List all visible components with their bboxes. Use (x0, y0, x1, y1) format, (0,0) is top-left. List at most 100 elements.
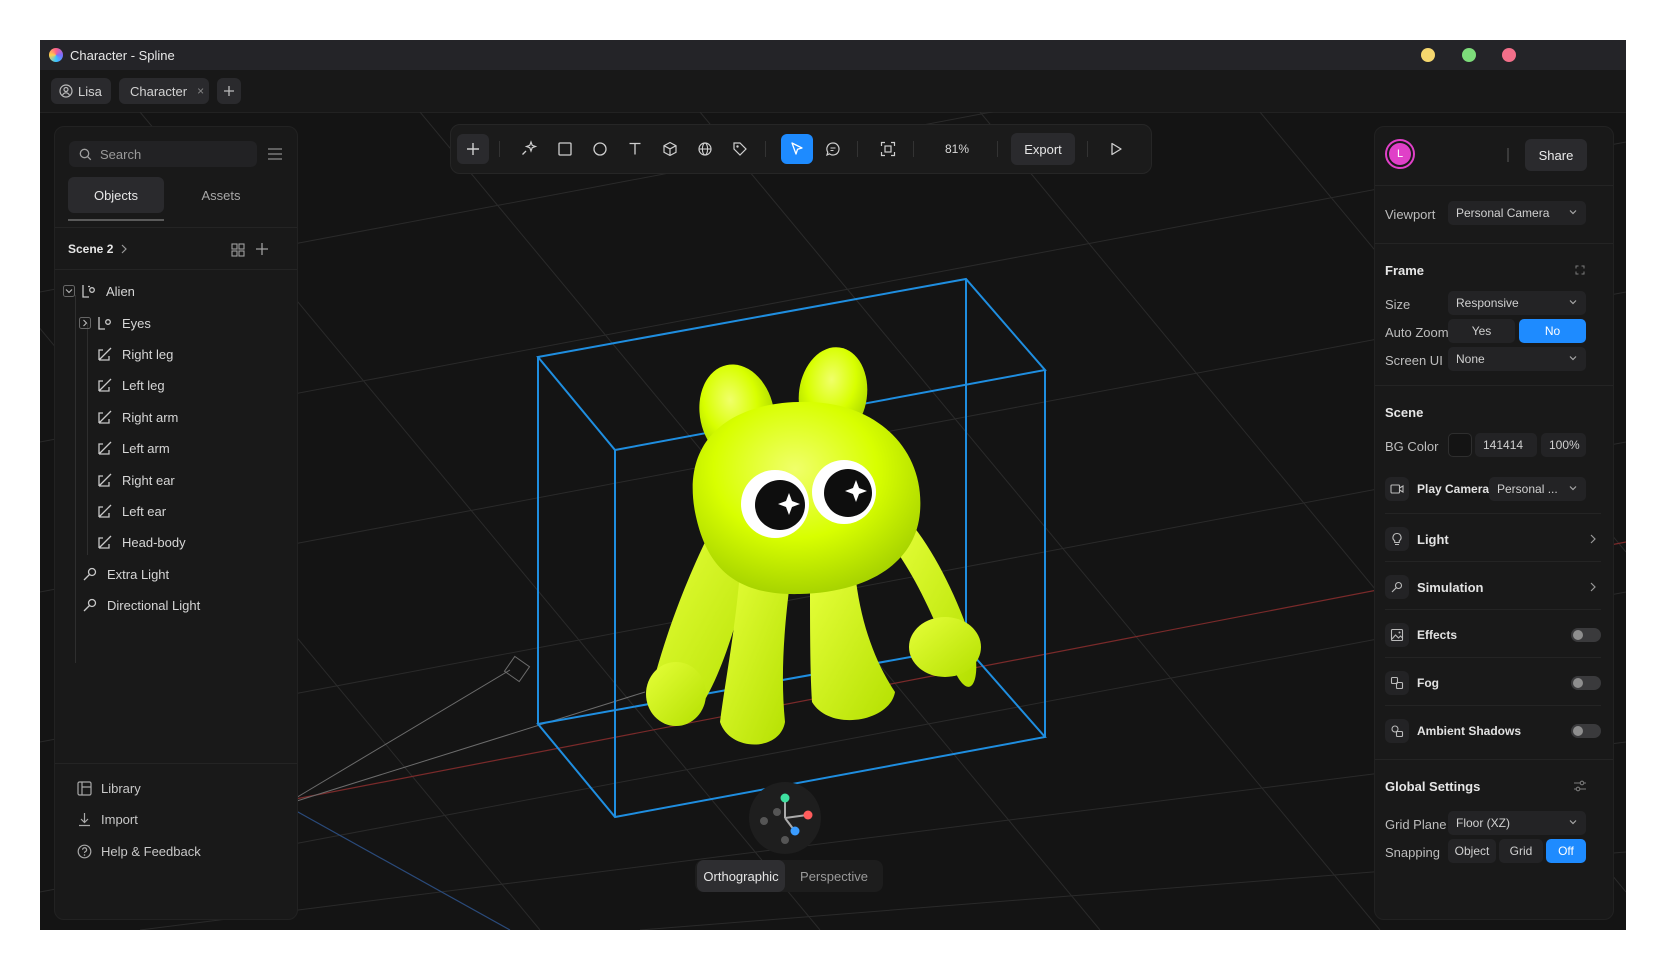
collapse-icon[interactable] (63, 285, 75, 297)
tree-item-left-arm[interactable]: Left arm (97, 436, 170, 460)
user-chip[interactable]: Lisa (51, 78, 111, 104)
tree-item-alien[interactable]: Alien (63, 279, 135, 303)
new-tab-button[interactable] (217, 78, 241, 104)
shape-icon (98, 473, 112, 487)
expand-frame-icon[interactable] (1575, 265, 1585, 275)
play-icon (1111, 142, 1122, 156)
tab-assets[interactable]: Assets (173, 177, 269, 213)
size-select[interactable]: Responsive (1448, 291, 1586, 315)
play-button[interactable] (1101, 134, 1131, 164)
grid-plane-label: Grid Plane (1385, 817, 1447, 832)
orthographic-option[interactable]: Orthographic (697, 860, 785, 892)
tree-item-directional-light[interactable]: Directional Light (82, 593, 200, 617)
simulation-label: Simulation (1417, 579, 1484, 595)
help-feedback-link[interactable]: Help & Feedback (77, 840, 201, 862)
tree-item-left-ear[interactable]: Left ear (97, 499, 166, 523)
tree-item-right-arm[interactable]: Right arm (97, 405, 178, 429)
ai-tool[interactable] (515, 134, 545, 164)
maximize-button[interactable] (1462, 48, 1476, 62)
grid-plane-select[interactable]: Floor (XZ) (1448, 811, 1586, 835)
divider (1375, 185, 1613, 186)
effects-toggle[interactable] (1571, 628, 1601, 642)
bg-color-swatch[interactable] (1448, 433, 1472, 457)
user-name: Lisa (78, 83, 102, 99)
tree-item-label: Right leg (122, 346, 174, 362)
snapping-off[interactable]: Off (1546, 839, 1586, 863)
tree-item-label: Alien (106, 283, 135, 299)
tree-guide (75, 295, 76, 663)
text-tool[interactable] (620, 134, 650, 164)
tree-item-label: Extra Light (107, 566, 170, 582)
title-bar: Character - Spline (40, 40, 1626, 70)
tab-character-label: Character (130, 83, 188, 99)
menu-icon[interactable] (267, 147, 283, 161)
screenui-select[interactable]: None (1448, 347, 1586, 371)
close-tab-icon[interactable]: × (197, 84, 204, 98)
library-link[interactable]: Library (77, 777, 141, 799)
screenui-value: None (1456, 352, 1485, 366)
add-button[interactable] (457, 134, 489, 164)
tree-item-head-body[interactable]: Head-body (97, 530, 186, 554)
share-button[interactable]: Share (1525, 139, 1587, 171)
chevron-down-icon (1569, 210, 1577, 215)
tree-item-right-ear[interactable]: Right ear (97, 468, 175, 492)
light-section[interactable]: Light (1385, 523, 1601, 555)
search-input[interactable]: Search (69, 141, 257, 167)
grid-view-icon[interactable] (231, 243, 245, 257)
tab-character[interactable]: Character × (119, 78, 209, 104)
minimize-button[interactable] (1421, 48, 1435, 62)
snapping-grid[interactable]: Grid (1499, 839, 1543, 863)
rectangle-icon (558, 142, 572, 156)
help-icon (77, 844, 92, 858)
fog-toggle[interactable] (1571, 676, 1601, 690)
bg-color-hex[interactable]: 141414 (1475, 433, 1537, 457)
scene-selector[interactable]: Scene 2 (68, 239, 128, 259)
viewport-select[interactable]: Personal Camera (1448, 201, 1586, 225)
zoom-level[interactable]: 81% (929, 134, 985, 164)
ellipse-tool[interactable] (585, 134, 615, 164)
light-label: Light (1417, 531, 1449, 547)
divider (1385, 609, 1601, 610)
import-link[interactable]: Import (77, 808, 138, 830)
3d-viewport[interactable]: Search Objects Assets Scene 2 Alien Eyes… (40, 112, 1626, 930)
play-camera-select[interactable]: Personal ... (1489, 477, 1586, 501)
axis-gizmo[interactable] (749, 782, 821, 854)
user-icon (59, 84, 73, 98)
toolbar-separator (857, 141, 858, 157)
tree-item-right-leg[interactable]: Right leg (97, 342, 173, 366)
bg-color-opacity[interactable]: 100% (1541, 433, 1586, 457)
close-window-button[interactable] (1502, 48, 1516, 62)
autozoom-yes[interactable]: Yes (1448, 319, 1515, 343)
autozoom-no[interactable]: No (1519, 319, 1586, 343)
group-icon (98, 317, 111, 330)
comment-tool[interactable] (818, 134, 848, 164)
camera-frustum (283, 655, 646, 806)
left-panel: Search Objects Assets Scene 2 Alien Eyes… (54, 126, 298, 920)
library-icon (77, 780, 92, 796)
snapping-object[interactable]: Object (1448, 839, 1496, 863)
export-button[interactable]: Export (1011, 133, 1075, 165)
avatar[interactable]: L (1385, 139, 1415, 169)
frame-tool[interactable] (873, 134, 903, 164)
shape-icon (98, 504, 112, 518)
divider (55, 227, 297, 228)
add-object-icon[interactable] (255, 242, 269, 256)
select-tool[interactable] (781, 134, 813, 164)
sphere-tool[interactable] (690, 134, 720, 164)
toolbar-separator (765, 141, 766, 157)
tab-bar: Lisa Character × (40, 70, 1626, 113)
tree-item-left-leg[interactable]: Left leg (97, 373, 165, 397)
expand-icon[interactable] (79, 317, 91, 329)
perspective-option[interactable]: Perspective (789, 860, 879, 892)
rectangle-tool[interactable] (550, 134, 580, 164)
divider (1385, 561, 1601, 562)
tag-pen-icon (733, 142, 747, 156)
tree-item-eyes[interactable]: Eyes (79, 311, 151, 335)
ambient-shadows-toggle[interactable] (1571, 724, 1601, 738)
cube-tool[interactable] (655, 134, 685, 164)
tab-objects[interactable]: Objects (68, 177, 164, 213)
tree-item-extra-light[interactable]: Extra Light (82, 562, 169, 586)
sliders-icon[interactable] (1573, 779, 1587, 793)
simulation-section[interactable]: Simulation (1385, 571, 1601, 603)
pen-tool[interactable] (725, 134, 755, 164)
